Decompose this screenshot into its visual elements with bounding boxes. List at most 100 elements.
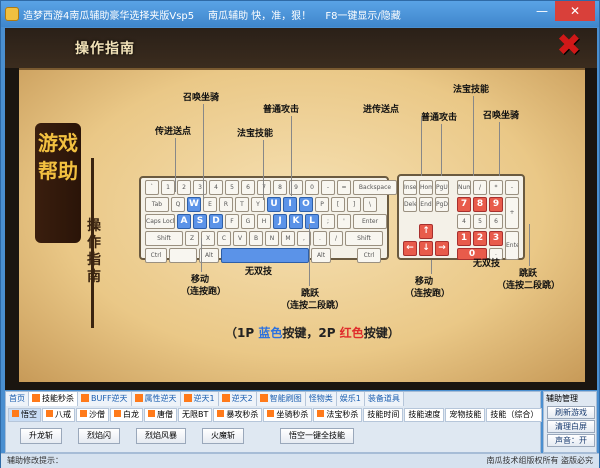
tab-5[interactable]: 逆天2	[218, 392, 257, 406]
character-option[interactable]: 沙僧	[76, 408, 109, 422]
key: Alt	[311, 248, 331, 263]
character-option[interactable]: 法宝秒杀	[313, 408, 363, 422]
skill-button[interactable]: 火魔斩	[202, 428, 244, 444]
callout-magic-skill2: 法宝技能	[453, 85, 490, 95]
character-label: 暴攻秒杀	[226, 410, 259, 419]
key: 2	[473, 231, 487, 246]
callout-normal-attack: 普通攻击	[263, 105, 300, 115]
tab-6[interactable]: 智能刷图	[256, 392, 306, 406]
minimize-button[interactable]: —	[529, 1, 555, 21]
checkbox-icon	[317, 410, 325, 417]
key: G	[241, 214, 255, 229]
tab-badge-icon	[183, 394, 192, 402]
tab-label: 智能刷图	[269, 394, 302, 403]
skill-button[interactable]: 烈焰闪	[78, 428, 120, 444]
key: I	[283, 197, 297, 212]
tab-1[interactable]: 技能秒杀	[29, 392, 78, 406]
character-label: 宠物技能	[449, 410, 482, 419]
title-bar: 造梦西游4南瓜辅助豪华选择夹版Vsp5 南瓜辅助 快，准，狠！ F8一键显示/隐…	[1, 1, 599, 27]
tab-label: 怪物类	[308, 394, 333, 403]
character-option[interactable]: 无限BT	[178, 408, 213, 422]
refresh-game-button[interactable]: 刷新游戏	[547, 406, 595, 419]
character-label: 技能速度	[408, 410, 441, 419]
character-option[interactable]: 八戒	[42, 408, 75, 422]
key: 7	[257, 180, 271, 195]
key: 6	[241, 180, 255, 195]
callout-magic-skill: 法宝技能	[237, 129, 274, 139]
key: /	[473, 180, 487, 195]
key: ;	[321, 214, 335, 229]
character-option[interactable]: 唐僧	[144, 408, 177, 422]
character-label: 唐僧	[157, 410, 173, 419]
character-row: 悟空 八戒 沙僧 白龙 唐僧 无限BT 暴攻秒杀 坐骑秒杀 法宝秒杀 技能时间 技能速度 宠物技能 技能…	[8, 408, 543, 422]
legend-red-word: 红色	[339, 326, 364, 340]
callout-teleport: 传进送点	[155, 127, 192, 137]
close-button[interactable]: ✕	[555, 1, 595, 21]
callout-jump-sub: （连按二段跳）	[281, 301, 345, 311]
character-option[interactable]: 技能速度	[404, 408, 445, 422]
key: PgUp	[435, 180, 449, 195]
key: Delete	[403, 197, 417, 212]
tab-label: 技能秒杀	[42, 394, 74, 403]
key: 3	[489, 231, 503, 246]
key: 5	[225, 180, 239, 195]
character-option[interactable]: 技能（综合）	[486, 408, 543, 422]
key: E	[203, 197, 217, 212]
skill-button[interactable]: 升龙斩	[20, 428, 62, 444]
character-option[interactable]: 暴攻秒杀	[213, 408, 263, 422]
key: C	[217, 231, 231, 246]
tab-4[interactable]: 逆天1	[180, 392, 219, 406]
pumpkin-app-icon	[5, 7, 19, 21]
help-vertical-title: 游戏帮助	[35, 123, 81, 243]
key: K	[289, 214, 303, 229]
character-option[interactable]: 宠物技能	[445, 408, 486, 422]
game-canvas[interactable]: 操作指南 ✖ 游戏帮助 操作指南 `1234567890-=BackspaceT…	[5, 28, 597, 390]
key: X	[201, 231, 215, 246]
key: 9	[489, 197, 503, 212]
key: -	[321, 180, 335, 195]
leader-line	[263, 140, 264, 200]
window-hotkey-hint: F8一键显示/隐藏	[325, 10, 401, 22]
callout-summon: 召唤坐骑	[183, 93, 220, 103]
callout-move-sub: （连按跑）	[181, 287, 227, 297]
key: 2	[177, 180, 191, 195]
color-legend: （1P 蓝色按键，2P 红色按键）	[225, 324, 400, 341]
tab-0[interactable]: 首页	[6, 392, 29, 406]
key: Num Lock	[457, 180, 471, 195]
legend-mid: 按键，2P	[282, 326, 340, 340]
callout-summon2: 召唤坐骑	[483, 111, 520, 121]
sound-toggle-button[interactable]: 声音：开	[547, 434, 595, 447]
key: Home	[419, 180, 433, 195]
key: L	[305, 214, 319, 229]
character-option[interactable]: 技能时间	[363, 408, 404, 422]
tab-label: 装备道具	[367, 394, 400, 403]
tab-label: 首页	[9, 394, 25, 403]
skill-button[interactable]: 烈焰风暴	[136, 428, 186, 444]
key: W	[187, 197, 201, 212]
character-option[interactable]: 白龙	[110, 408, 143, 422]
guide-title: 操作指南	[75, 41, 135, 57]
tab-9[interactable]: 装备道具	[364, 392, 404, 406]
key: M	[281, 231, 295, 246]
tab-2[interactable]: BUFF逆天	[78, 392, 132, 406]
legend-close: 按键）	[363, 326, 400, 340]
clear-white-screen-button[interactable]: 清理白屏	[547, 420, 595, 433]
key: Insert	[403, 180, 417, 195]
key: U	[267, 197, 281, 212]
character-option[interactable]: 坐骑秒杀	[263, 408, 313, 422]
character-option[interactable]: 悟空	[8, 408, 41, 422]
skill-button[interactable]: 悟空一键全技能	[280, 428, 354, 444]
checkbox-icon	[114, 410, 121, 417]
tab-7[interactable]: 怪物类	[305, 392, 337, 406]
checkbox-icon	[12, 410, 19, 417]
tab-label: BUFF逆天	[91, 394, 128, 403]
tab-3[interactable]: 属性逆天	[131, 392, 181, 406]
character-label: 沙僧	[89, 410, 105, 419]
key: Backspace	[353, 180, 397, 195]
key: D	[209, 214, 223, 229]
tab-8[interactable]: 娱乐1	[336, 392, 365, 406]
character-label: 无限BT	[182, 410, 209, 419]
key: 4	[457, 214, 471, 229]
guide-close-icon[interactable]: ✖	[553, 30, 585, 62]
window-controls: — ✕	[529, 1, 595, 21]
